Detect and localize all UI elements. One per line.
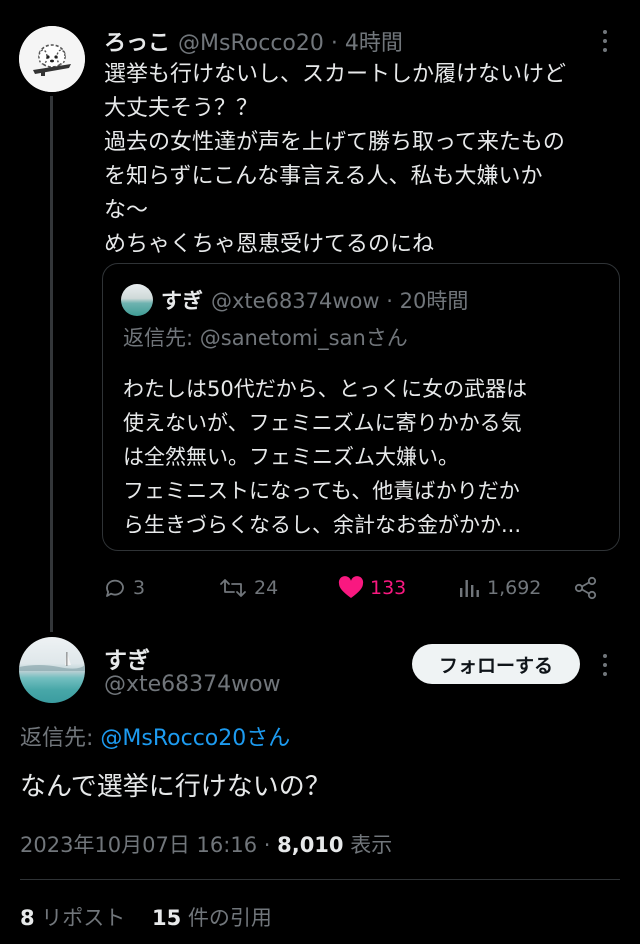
repost-count: 24	[254, 577, 279, 599]
repost-icon	[220, 579, 246, 597]
sea-landscape-avatar-icon	[19, 652, 85, 671]
quoted-avatar	[121, 284, 153, 316]
reply-button[interactable]: 3	[103, 568, 145, 608]
like-count: 133	[370, 577, 407, 599]
views-count: 1,692	[487, 577, 542, 599]
avatar[interactable]	[19, 26, 85, 92]
share-button[interactable]	[573, 568, 605, 608]
quoted-author-name: すぎ	[161, 289, 203, 313]
divider	[20, 879, 620, 880]
author-handle[interactable]: @MsRocco20 · 4時間	[178, 25, 403, 57]
quoted-tweet-card[interactable]: すぎ @xte68374wow · 20時間 返信先: @sanetomi_sa…	[102, 263, 620, 551]
views-count: 8,010	[277, 833, 344, 857]
quoted-header: すぎ @xte68374wow · 20時間	[161, 284, 468, 316]
tweet-timestamp[interactable]: 2023年10月07日 16:16 · 8,010 表示	[20, 829, 392, 859]
analytics-icon	[460, 580, 479, 597]
reply-count: 3	[133, 577, 146, 599]
avatar[interactable]	[19, 637, 85, 703]
author-name[interactable]: ろっこ	[104, 25, 170, 57]
views-button[interactable]: 1,692	[457, 568, 541, 608]
quoted-reply-to: 返信先: @sanetomi_sanさん	[123, 326, 408, 350]
reply-to-label: 返信先: @MsRocco20さん	[20, 726, 291, 751]
author-handle[interactable]: @xte68374wow	[104, 672, 281, 697]
thread-connector-line	[50, 96, 53, 632]
reply-mention-link[interactable]: @MsRocco20さん	[100, 726, 290, 751]
quotes-stat[interactable]: 15 件の引用	[152, 906, 272, 930]
repost-button[interactable]: 24	[218, 568, 278, 608]
tweet-text: 選挙も行けないし、スカートしか履けないけど 大丈夫そう？？ 過去の女性達が声を上…	[104, 62, 567, 257]
more-options-icon[interactable]	[597, 28, 613, 54]
share-icon	[574, 576, 597, 600]
tweet-text: なんで選挙に行けないの？	[20, 772, 331, 802]
heart-icon	[338, 576, 364, 598]
quoted-author-handle: @xte68374wow · 20時間	[211, 289, 469, 313]
tweet-header: ろっこ @MsRocco20 · 4時間	[104, 26, 403, 56]
poodle-avatar-icon	[19, 26, 85, 92]
reply-icon	[106, 579, 124, 597]
more-options-icon[interactable]	[597, 652, 613, 678]
engagement-stats: 8 リポスト 15 件の引用	[20, 902, 272, 932]
like-button[interactable]: 133	[338, 568, 406, 608]
quoted-tweet-text: わたしは50代だから、とっくに女の武器は 使えないが、フェミニズムに寄りかかる気…	[123, 377, 528, 537]
tweet-action-bar: 3 24 133 1,692	[0, 568, 640, 608]
tweet-time: 4時間	[344, 31, 403, 56]
follow-button[interactable]: フォローする	[412, 644, 580, 684]
reposts-stat[interactable]: 8 リポスト	[20, 906, 125, 930]
author-name[interactable]: すぎ	[104, 641, 150, 675]
